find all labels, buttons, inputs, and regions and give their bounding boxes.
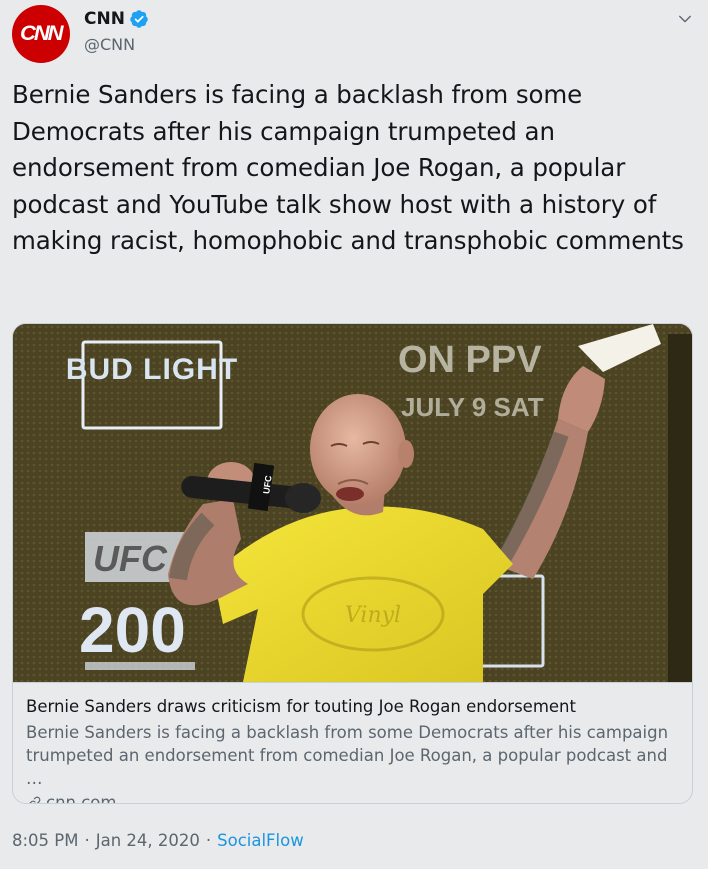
author-block: CNN @CNN [84, 7, 149, 54]
name-row: CNN [84, 7, 149, 31]
ufc-number: 200 [79, 594, 186, 666]
verified-badge-icon [130, 10, 148, 28]
separator: · [205, 831, 212, 850]
shirt-logo-text: Vinyl [345, 603, 401, 628]
avatar[interactable]: CNN [12, 5, 70, 63]
tweet-time[interactable]: 8:05 PM [12, 831, 78, 850]
tweet-text: Bernie Sanders is facing a backlash from… [12, 80, 684, 256]
card-link-row: cnn.com [26, 793, 680, 804]
ufc-text: UFC [93, 538, 168, 579]
bud-text: BUD LIGHT [66, 353, 238, 386]
cnn-logo: CNN [20, 22, 64, 45]
handle[interactable]: @CNN [84, 35, 149, 54]
card-body: Bernie Sanders draws criticism for touti… [13, 682, 692, 804]
separator: · [84, 831, 90, 850]
source-link[interactable]: SocialFlow [217, 831, 304, 850]
tweet: CNN CNN @CNN Bernie Sanders is facing a … [0, 0, 708, 869]
tweet-date[interactable]: Jan 24, 2020 [96, 831, 200, 850]
card-domain: cnn.com [46, 793, 117, 804]
chevron-down-icon[interactable] [676, 10, 694, 28]
head [310, 394, 406, 504]
link-icon [28, 796, 41, 803]
on-ppv-text: ON PPV [398, 339, 542, 381]
photo-of-man-with-microphone: BUD LIGHT ON PPV JULY 9 SAT UFC 200 Viny… [13, 324, 692, 682]
link-card[interactable]: BUD LIGHT ON PPV JULY 9 SAT UFC 200 Viny… [12, 323, 693, 804]
tweet-footer: 8:05 PM · Jan 24, 2020 · SocialFlow [12, 831, 304, 850]
card-title: Bernie Sanders draws criticism for touti… [26, 697, 576, 716]
card-image[interactable]: BUD LIGHT ON PPV JULY 9 SAT UFC 200 Viny… [13, 324, 692, 682]
display-name[interactable]: CNN [84, 9, 125, 29]
july-date-text: JULY 9 SAT [401, 392, 544, 422]
card-description: Bernie Sanders is facing a backlash from… [26, 723, 669, 788]
